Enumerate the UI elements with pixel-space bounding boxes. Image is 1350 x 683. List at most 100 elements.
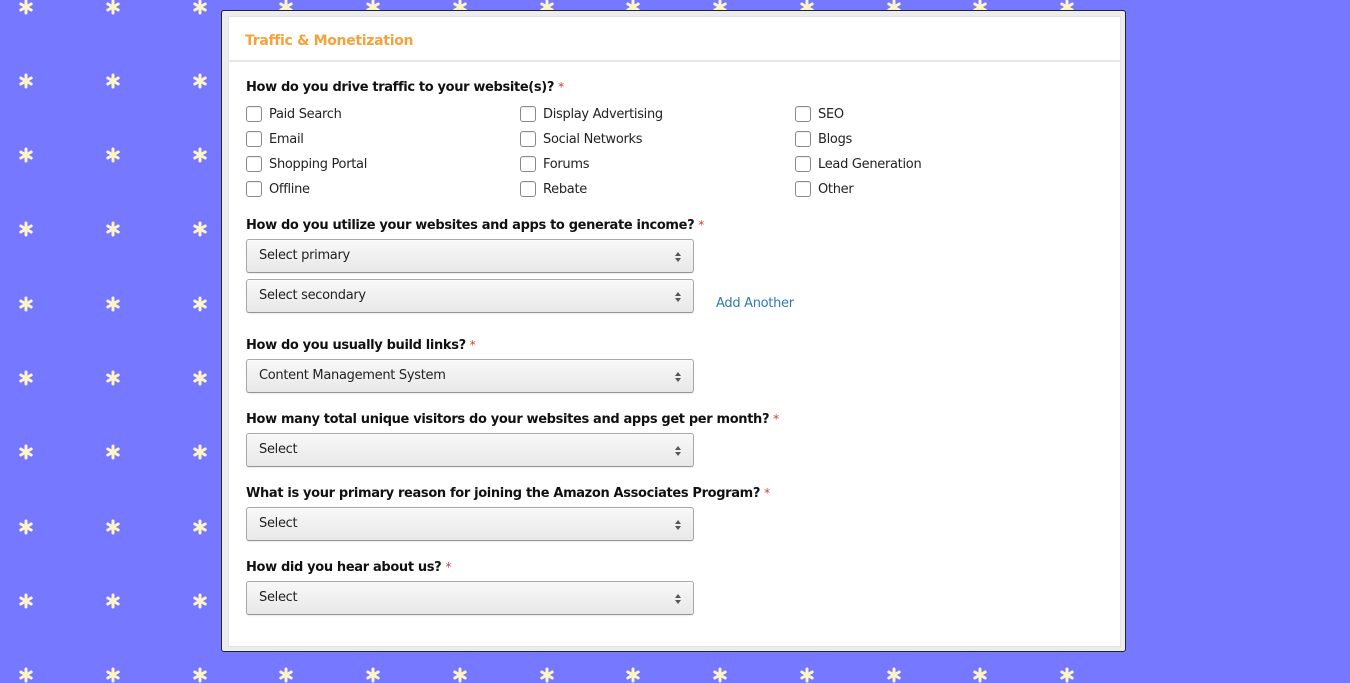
checkbox-icon[interactable] <box>246 181 262 197</box>
asterisk-icon <box>18 519 34 535</box>
checkbox-icon[interactable] <box>246 131 262 147</box>
links-question-text: How do you usually build links? <box>246 338 466 353</box>
asterisk-icon <box>192 519 208 535</box>
asterisk-icon <box>1059 667 1075 683</box>
traffic-option-label: Email <box>269 131 304 147</box>
heard-select-value: Select <box>259 590 298 605</box>
asterisk-icon <box>192 296 208 312</box>
traffic-monetization-card: Traffic & Monetization How do you drive … <box>228 16 1121 647</box>
checkbox-icon[interactable] <box>795 181 811 197</box>
traffic-option[interactable]: Other <box>795 179 854 199</box>
traffic-option[interactable]: Paid Search <box>246 104 342 124</box>
traffic-option-label: Shopping Portal <box>269 156 368 172</box>
asterisk-icon <box>105 667 121 683</box>
updown-arrows-icon <box>675 252 681 262</box>
traffic-option-label: Offline <box>269 181 310 197</box>
traffic-question-label: How do you drive traffic to your website… <box>246 80 564 95</box>
traffic-option[interactable]: Social Networks <box>520 129 643 149</box>
updown-arrows-icon <box>675 292 681 302</box>
traffic-option-label: Forums <box>543 156 590 172</box>
card-header: Traffic & Monetization <box>229 17 1120 62</box>
traffic-option-label: SEO <box>818 106 844 122</box>
asterisk-icon <box>18 221 34 237</box>
traffic-option-label: Blogs <box>818 131 853 147</box>
traffic-option[interactable]: Rebate <box>520 179 587 199</box>
updown-arrows-icon <box>675 372 681 382</box>
traffic-option[interactable]: Email <box>246 129 304 149</box>
traffic-option-label: Social Networks <box>543 131 643 147</box>
asterisk-icon <box>192 593 208 609</box>
links-select[interactable]: Content Management System <box>246 359 694 393</box>
asterisk-icon <box>192 667 208 683</box>
reason-select-value: Select <box>259 516 298 531</box>
required-marker: * <box>764 486 770 500</box>
checkbox-icon[interactable] <box>795 131 811 147</box>
asterisk-icon <box>452 667 468 683</box>
traffic-option[interactable]: Forums <box>520 154 590 174</box>
asterisk-icon <box>105 296 121 312</box>
asterisk-icon <box>972 667 988 683</box>
asterisk-icon <box>105 0 121 15</box>
form-frame: Traffic & Monetization How do you drive … <box>221 10 1126 652</box>
asterisk-icon <box>105 593 121 609</box>
asterisk-icon <box>18 147 34 163</box>
asterisk-icon <box>192 221 208 237</box>
traffic-option-label: Rebate <box>543 181 587 197</box>
heard-question-text: How did you hear about us? <box>246 560 442 575</box>
traffic-option[interactable]: Display Advertising <box>520 104 663 124</box>
required-marker: * <box>469 338 476 352</box>
section-title: Traffic & Monetization <box>245 33 414 49</box>
asterisk-icon <box>18 73 34 89</box>
updown-arrows-icon <box>675 594 681 604</box>
reason-question-text: What is your primary reason for joining … <box>246 486 761 501</box>
required-marker: * <box>773 412 779 426</box>
required-marker: * <box>698 218 704 232</box>
heard-question-label: How did you hear about us? * <box>246 560 451 575</box>
checkbox-icon[interactable] <box>795 156 811 172</box>
income-question-label: How do you utilize your websites and app… <box>246 218 704 233</box>
required-marker: * <box>558 80 564 94</box>
income-primary-value: Select primary <box>259 248 350 263</box>
asterisk-icon <box>18 667 34 683</box>
traffic-option-label: Lead Generation <box>818 156 922 172</box>
checkbox-icon[interactable] <box>246 156 262 172</box>
checkbox-icon[interactable] <box>520 131 536 147</box>
asterisk-icon <box>192 444 208 460</box>
asterisk-icon <box>18 296 34 312</box>
links-question-label: How do you usually build links? * <box>246 338 476 353</box>
traffic-option[interactable]: Offline <box>246 179 310 199</box>
visitors-select-value: Select <box>259 442 298 457</box>
traffic-option[interactable]: Shopping Portal <box>246 154 367 174</box>
updown-arrows-icon <box>675 446 681 456</box>
checkbox-icon[interactable] <box>520 106 536 122</box>
asterisk-icon <box>192 147 208 163</box>
income-primary-select[interactable]: Select primary <box>246 239 694 273</box>
asterisk-icon <box>712 667 728 683</box>
checkbox-icon[interactable] <box>795 106 811 122</box>
traffic-option[interactable]: SEO <box>795 104 844 124</box>
reason-question-label: What is your primary reason for joining … <box>246 486 770 501</box>
asterisk-icon <box>105 73 121 89</box>
income-secondary-select[interactable]: Select secondary <box>246 279 694 313</box>
reason-select[interactable]: Select <box>246 507 694 541</box>
traffic-option[interactable]: Lead Generation <box>795 154 922 174</box>
asterisk-icon <box>18 370 34 386</box>
asterisk-icon <box>18 0 34 15</box>
updown-arrows-icon <box>675 520 681 530</box>
asterisk-icon <box>18 593 34 609</box>
checkbox-icon[interactable] <box>520 181 536 197</box>
asterisk-icon <box>105 221 121 237</box>
asterisk-icon <box>799 667 815 683</box>
asterisk-icon <box>105 444 121 460</box>
traffic-option[interactable]: Blogs <box>795 129 852 149</box>
visitors-select[interactable]: Select <box>246 433 694 467</box>
links-select-value: Content Management System <box>259 368 446 383</box>
heard-select[interactable]: Select <box>246 581 694 615</box>
asterisk-icon <box>539 667 555 683</box>
asterisk-icon <box>192 370 208 386</box>
checkbox-icon[interactable] <box>246 106 262 122</box>
checkbox-icon[interactable] <box>520 156 536 172</box>
asterisk-icon <box>365 667 381 683</box>
asterisk-icon <box>625 667 641 683</box>
add-another-link[interactable]: Add Another <box>716 296 794 311</box>
